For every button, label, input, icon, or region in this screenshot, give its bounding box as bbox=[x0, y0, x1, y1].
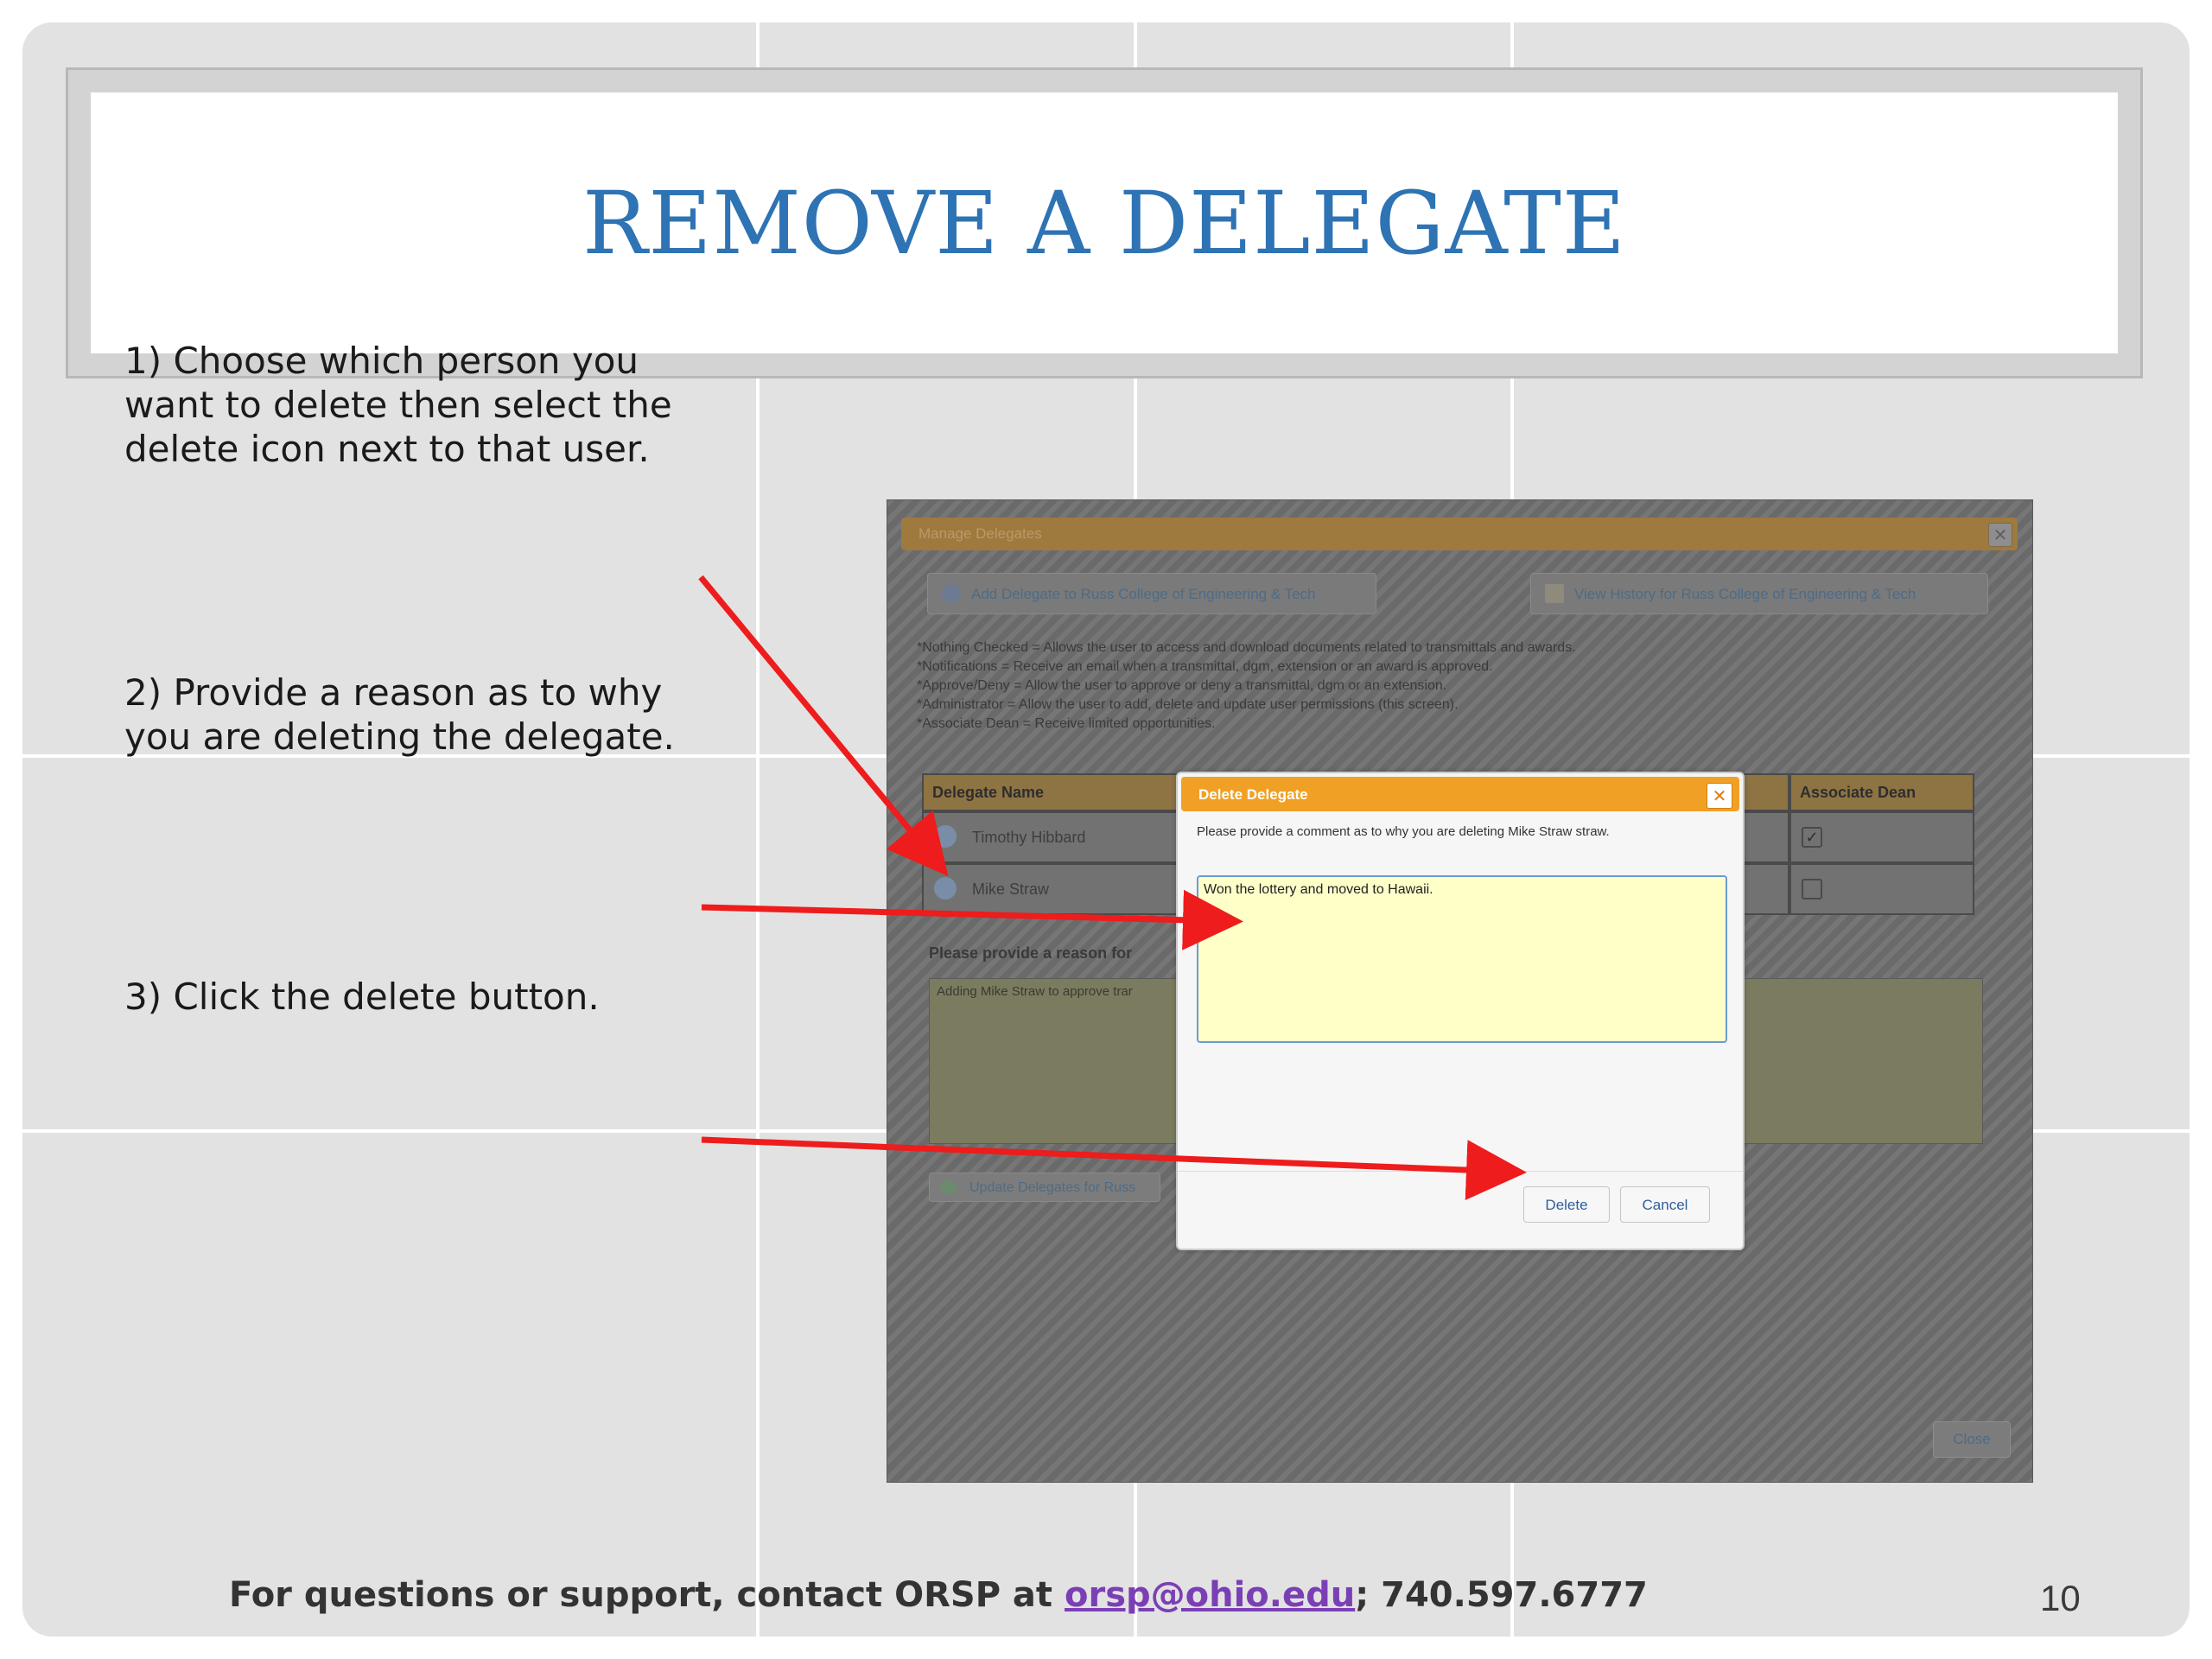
arrow-step-1 bbox=[698, 575, 949, 877]
arrow-step-3 bbox=[701, 1136, 1527, 1201]
footer-contact: For questions or support, contact ORSP a… bbox=[229, 1575, 1648, 1615]
page-number: 10 bbox=[2040, 1578, 2081, 1618]
arrow-step-2 bbox=[701, 889, 1243, 950]
annotation-arrows bbox=[698, 575, 1527, 1201]
footer-prefix: For questions or support, contact ORSP a… bbox=[229, 1575, 1065, 1615]
footer-suffix: ; 740.597.6777 bbox=[1355, 1575, 1648, 1615]
slide: REMOVE A DELEGATE 1) Choose which person… bbox=[22, 22, 2190, 1637]
email-link[interactable]: orsp@ohio.edu bbox=[1065, 1575, 1355, 1615]
